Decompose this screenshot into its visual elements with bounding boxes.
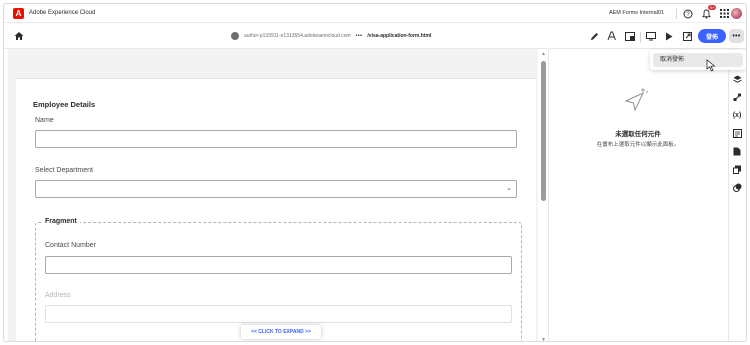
section-title: Employee Details: [33, 100, 96, 109]
open-external-icon[interactable]: [680, 29, 694, 43]
app-window: A Adobe Experience Cloud AEM Forms Inter…: [3, 3, 747, 342]
notification-badge: 9+: [708, 5, 716, 10]
department-label: Select Department: [35, 167, 93, 174]
help-icon[interactable]: ?: [682, 8, 693, 19]
globe-icon: [231, 32, 239, 40]
chevron-down-icon: ⌄: [506, 185, 512, 192]
layers-icon[interactable]: [731, 73, 743, 85]
department-select[interactable]: ⌄: [35, 180, 517, 198]
home-icon[interactable]: [14, 31, 24, 41]
properties-icon[interactable]: [731, 127, 743, 139]
global-header: A Adobe Experience Cloud AEM Forms Inter…: [4, 4, 746, 23]
menu-item-unpublish[interactable]: 取消發佈: [653, 53, 743, 67]
components-icon[interactable]: [731, 91, 743, 103]
panel-empty-title: 未選取任何元件: [615, 131, 661, 138]
url-path[interactable]: /visa-application-form.html: [367, 33, 431, 39]
play-preview-icon[interactable]: [662, 29, 676, 43]
style-icon[interactable]: [605, 29, 619, 43]
org-switcher[interactable]: AEM Forms Internal01: [609, 10, 664, 16]
variables-icon[interactable]: (x): [731, 109, 743, 121]
canvas-scrollbar[interactable]: ▲ ▼: [540, 51, 548, 341]
url-more-icon[interactable]: •••: [356, 33, 363, 39]
theme-icon[interactable]: [731, 181, 743, 193]
scroll-thumb[interactable]: [541, 61, 546, 201]
desktop-preview-icon[interactable]: [644, 29, 658, 43]
brand-name[interactable]: Adobe Experience Cloud: [29, 10, 95, 16]
url-host[interactable]: author-p133911-e1313554.adobeaemcloud.co…: [244, 33, 351, 39]
divider: [676, 8, 677, 19]
layout-icon[interactable]: [623, 29, 637, 43]
more-actions-menu: 取消發佈: [650, 50, 746, 70]
page-url: author-p133911-e1313554.adobeaemcloud.co…: [231, 32, 431, 40]
apps-grid-icon[interactable]: [719, 8, 730, 19]
divider: [640, 32, 641, 43]
click-to-expand-button[interactable]: << CLICK TO EXPAND >>: [241, 325, 321, 339]
more-actions-button[interactable]: •••: [729, 29, 744, 43]
editor-toolbar: author-p133911-e1313554.adobeaemcloud.co…: [4, 23, 746, 49]
address-label: Address: [45, 292, 71, 299]
publish-button[interactable]: 發佈: [698, 29, 726, 43]
contact-number-input[interactable]: [45, 256, 512, 274]
edit-pencil-icon[interactable]: [587, 29, 601, 43]
user-avatar[interactable]: [731, 8, 742, 19]
contact-number-label: Contact Number: [45, 242, 96, 249]
name-label: Name: [35, 117, 54, 124]
adobe-logo[interactable]: A: [13, 7, 24, 19]
name-input[interactable]: [35, 130, 517, 148]
scroll-down-icon[interactable]: ▼: [541, 337, 546, 341]
select-pointer-icon: [624, 88, 649, 112]
fragment-title: Fragment: [42, 218, 80, 225]
bell-icon[interactable]: 9+: [701, 5, 716, 19]
document-icon[interactable]: [731, 145, 743, 157]
scroll-up-icon[interactable]: ▲: [541, 51, 546, 57]
data-source-icon[interactable]: [731, 163, 743, 175]
address-input[interactable]: [45, 305, 512, 323]
panel-empty-subtitle: 在畫布上選取元件以顯示此面板。: [596, 142, 680, 148]
mouse-cursor-icon: [706, 59, 716, 72]
fragment-panel[interactable]: [35, 222, 522, 341]
